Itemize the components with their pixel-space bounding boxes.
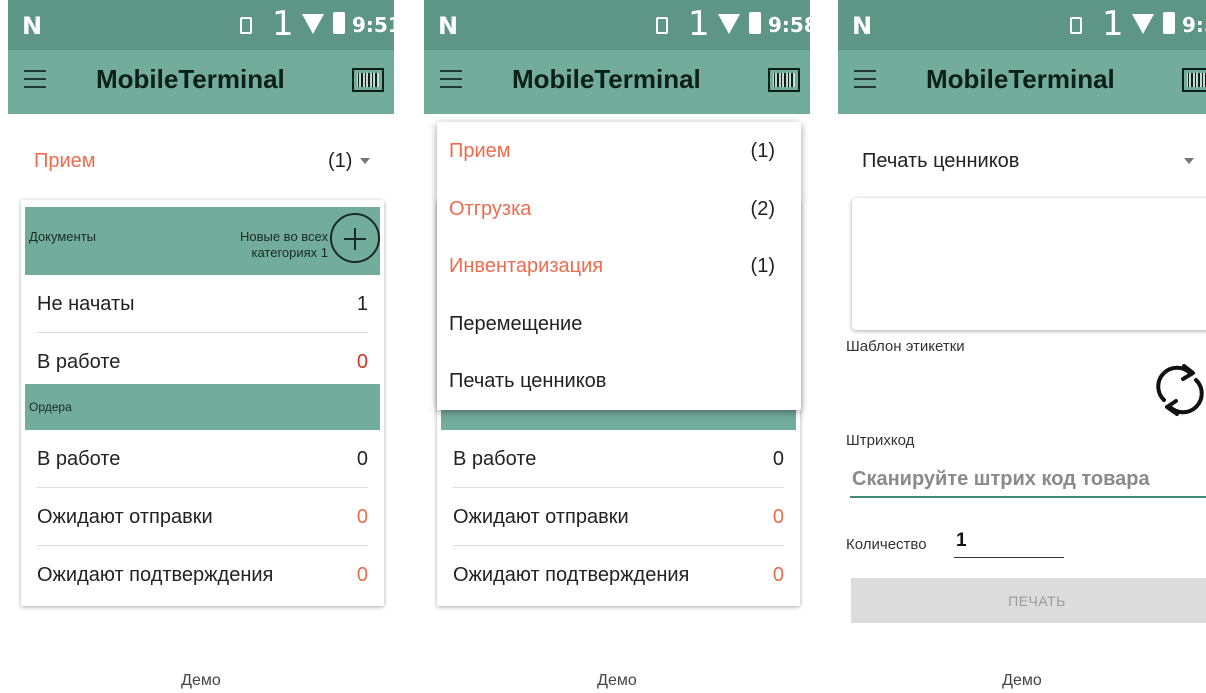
dropdown-caret-icon [360, 158, 370, 164]
add-circle-icon[interactable] [330, 213, 380, 263]
list-item[interactable]: В работе 0 [37, 430, 368, 488]
dropdown-caret-icon[interactable] [1184, 158, 1194, 164]
summary-card: Документы Новые во всех категориях 1 Не н… [21, 200, 384, 606]
carrier-logo: N [22, 12, 43, 40]
sim-indicator: 1 [272, 4, 294, 44]
barcode-scanner-icon[interactable] [768, 68, 800, 92]
menu-item-inventory[interactable]: Инвентаризация (1) [449, 239, 789, 297]
clock: 9:58 [768, 13, 810, 37]
documents-title: Документы [29, 229, 97, 244]
clock: 9:51 [352, 13, 394, 37]
carrier-logo: N [852, 12, 873, 40]
barcode-scanner-icon[interactable] [1182, 68, 1206, 92]
list-item[interactable]: Ожидают отправки 0 [453, 488, 784, 546]
screen-operation-menu: N 1 9:58 MobileTerminal В работе 0 Ожида… [424, 0, 810, 693]
list-item[interactable]: Ожидают подтверждения 0 [453, 546, 784, 604]
wifi-icon [1132, 14, 1154, 34]
barcode-label: Штрихкод [846, 432, 915, 449]
print-button[interactable]: ПЕЧАТЬ [851, 578, 1206, 623]
demo-footer: Демо [597, 672, 637, 689]
orders-header: Ордера [25, 384, 380, 430]
hamburger-menu-icon[interactable] [854, 70, 876, 88]
clock: 9:58 [1182, 13, 1206, 37]
menu-item-receipt[interactable]: Прием (1) [449, 124, 789, 182]
list-item[interactable]: Ожидают отправки 0 [37, 488, 368, 546]
app-title: MobileTerminal [512, 64, 701, 94]
carrier-logo: N [438, 12, 459, 40]
status-bar: N 1 9:58 [838, 0, 1206, 50]
sim-indicator: 1 [1102, 4, 1124, 44]
screen-price-tag-printing: N 1 9:58 MobileTerminal Печать ценников … [838, 0, 1206, 693]
battery-icon [749, 12, 761, 34]
menu-item-price-tags[interactable]: Печать ценников [449, 354, 789, 412]
hamburger-menu-icon[interactable] [440, 70, 462, 88]
app-title: MobileTerminal [96, 64, 285, 94]
barcode-input[interactable] [850, 462, 1206, 498]
selector-count: (1) [328, 150, 353, 172]
sync-icon[interactable] [1150, 360, 1206, 420]
menu-item-transfer[interactable]: Перемещение [449, 297, 789, 355]
barcode-scanner-icon[interactable] [352, 68, 384, 92]
operation-selector[interactable]: Прием (1) [8, 128, 394, 192]
label-template-preview[interactable] [852, 198, 1206, 330]
vibrate-icon [240, 17, 252, 34]
operation-dropdown-menu: Прием (1) Отгрузка (2) Инвентаризация (1… [437, 122, 801, 410]
list-item[interactable]: Не начаты 1 [37, 275, 368, 333]
app-toolbar: MobileTerminal [838, 50, 1206, 114]
screen-receipt-dashboard: N 1 9:51 MobileTerminal Прием (1) Докуме… [8, 0, 394, 693]
new-documents-note: Новые во всех категориях 1 [239, 229, 328, 260]
quantity-label: Количество [846, 536, 927, 553]
vibrate-icon [1070, 17, 1082, 34]
hamburger-menu-icon[interactable] [24, 70, 46, 88]
list-item[interactable]: Ожидают подтверждения 0 [37, 546, 368, 604]
status-bar: N 1 9:51 [8, 0, 394, 50]
sim-indicator: 1 [688, 4, 710, 44]
wifi-icon [718, 14, 740, 34]
documents-header: Документы Новые во всех категориях 1 [25, 207, 380, 275]
list-item[interactable]: В работе 0 [453, 430, 784, 488]
battery-icon [333, 12, 345, 34]
vibrate-icon [656, 17, 668, 34]
demo-footer: Демо [1002, 672, 1042, 689]
status-bar: N 1 9:58 [424, 0, 810, 50]
orders-title: Ордера [29, 400, 72, 414]
quantity-input[interactable] [954, 524, 1064, 558]
app-toolbar: MobileTerminal [424, 50, 810, 114]
demo-footer: Демо [181, 672, 221, 689]
selector-label: Прием [34, 150, 96, 172]
app-toolbar: MobileTerminal [8, 50, 394, 114]
app-title: MobileTerminal [926, 64, 1115, 94]
operation-selector[interactable]: Печать ценников [862, 150, 1019, 173]
template-label: Шаблон этикетки [846, 338, 965, 355]
menu-item-shipment[interactable]: Отгрузка (2) [449, 182, 789, 240]
wifi-icon [302, 14, 324, 34]
battery-icon [1163, 12, 1175, 34]
list-item[interactable]: В работе 0 [37, 333, 368, 391]
